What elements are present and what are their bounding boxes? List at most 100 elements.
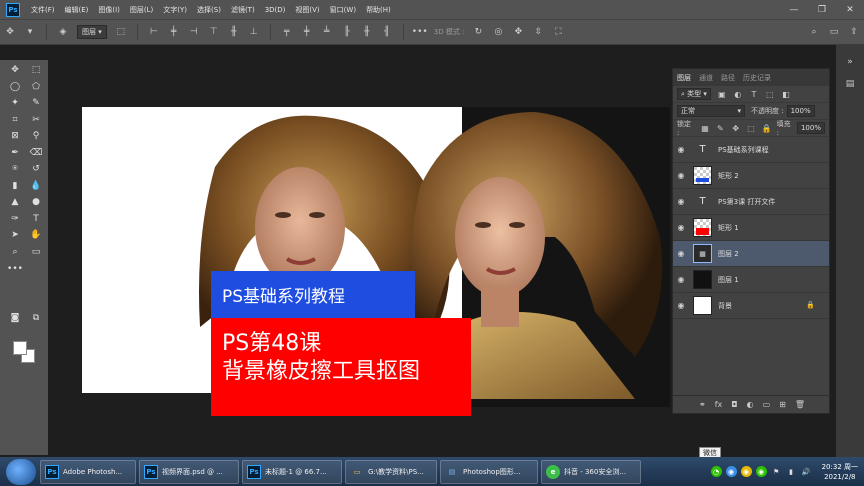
- quick-mask-icon[interactable]: ◙: [8, 311, 22, 325]
- layer-row[interactable]: ◉ T PS第3课 打开文件: [673, 189, 829, 215]
- menu-help[interactable]: 帮助(H): [361, 5, 396, 15]
- filter-smart-icon[interactable]: ◧: [781, 89, 791, 99]
- menu-layer[interactable]: 图层(L): [125, 5, 158, 15]
- menu-select[interactable]: 选择(S): [192, 5, 226, 15]
- path-select-icon[interactable]: ➤: [8, 228, 22, 242]
- menu-view[interactable]: 视图(V): [290, 5, 324, 15]
- foreground-color-swatch[interactable]: [13, 341, 27, 355]
- layer-row-selected[interactable]: ◉ ▦ 图层 2: [673, 241, 829, 267]
- distribute-right-icon[interactable]: ╢: [380, 25, 394, 39]
- taskbar-item[interactable]: ▤ Photoshop图形...: [440, 459, 538, 484]
- blur-tool-icon[interactable]: 💧: [29, 179, 43, 193]
- blend-mode-dropdown[interactable]: 正常 ▾: [677, 105, 745, 117]
- align-hcenter-icon[interactable]: ╪: [167, 25, 181, 39]
- more-icon[interactable]: •••: [412, 25, 428, 39]
- layer-row[interactable]: ◉ 背景 🔒: [673, 293, 829, 319]
- restore-icon[interactable]: ❐: [808, 0, 836, 19]
- align-bottom-icon[interactable]: ⊥: [247, 25, 261, 39]
- align-vcenter-icon[interactable]: ╫: [227, 25, 241, 39]
- visibility-eye-icon[interactable]: ◉: [673, 241, 689, 267]
- auto-select-icon[interactable]: ◈: [56, 25, 70, 39]
- filter-shape-icon[interactable]: ⬚: [765, 89, 775, 99]
- menu-edit[interactable]: 编辑(E): [60, 5, 94, 15]
- distribute-left-icon[interactable]: ╟: [340, 25, 354, 39]
- move-tool-icon[interactable]: ✥: [3, 25, 17, 39]
- filter-type-icon[interactable]: T: [749, 89, 759, 99]
- gradient-tool-icon[interactable]: ▮: [8, 179, 22, 193]
- scale-3d-icon[interactable]: ⛶: [551, 25, 565, 39]
- history-brush-icon[interactable]: ↺: [29, 162, 43, 176]
- zoom-tool-icon[interactable]: ⌕: [8, 245, 22, 259]
- tab-channels[interactable]: 通道: [699, 73, 713, 83]
- visibility-eye-icon[interactable]: ◉: [673, 293, 689, 319]
- filter-pixel-icon[interactable]: ▣: [717, 89, 727, 99]
- lock-image-icon[interactable]: ✎: [716, 123, 725, 133]
- more-tools-icon[interactable]: •••: [7, 262, 23, 276]
- polygon-lasso-icon[interactable]: ⬠: [29, 80, 43, 94]
- distribute-hcenter-icon[interactable]: ╫: [360, 25, 374, 39]
- delete-layer-icon[interactable]: 🗑: [795, 400, 805, 409]
- quick-select-icon[interactable]: ✎: [29, 96, 43, 110]
- fx-icon[interactable]: fx: [715, 400, 723, 409]
- add-mask-icon[interactable]: ◘: [731, 400, 737, 409]
- menu-filter[interactable]: 滤镜(T): [226, 5, 260, 15]
- opacity-input[interactable]: 100%: [786, 105, 815, 117]
- lock-position-icon[interactable]: ✥: [731, 123, 740, 133]
- magic-wand-icon[interactable]: ✦: [8, 96, 22, 110]
- eyedropper-icon[interactable]: ⚲: [29, 129, 43, 143]
- close-icon[interactable]: ✕: [836, 0, 864, 19]
- visibility-eye-icon[interactable]: ◉: [673, 267, 689, 293]
- lock-all-icon[interactable]: 🔒: [762, 123, 772, 133]
- tab-paths[interactable]: 路径: [721, 73, 735, 83]
- taskbar-item[interactable]: Ps 未标题-1 @ 66.7...: [242, 459, 342, 484]
- tab-layers[interactable]: 图层: [677, 73, 691, 83]
- lasso-tool-icon[interactable]: ◯: [8, 80, 22, 94]
- new-layer-icon[interactable]: ⊞: [779, 400, 786, 409]
- visibility-eye-icon[interactable]: ◉: [673, 137, 689, 163]
- flag-icon[interactable]: ⚑: [771, 466, 782, 477]
- search-icon[interactable]: ⌕: [807, 25, 821, 39]
- orbit-3d-icon[interactable]: ↻: [471, 25, 485, 39]
- link-layers-icon[interactable]: ⚭: [699, 400, 706, 409]
- rectangle-tool-icon[interactable]: ▭: [29, 245, 43, 259]
- type-tool-icon[interactable]: T: [29, 212, 43, 226]
- menu-3d[interactable]: 3D(D): [260, 6, 291, 14]
- visibility-eye-icon[interactable]: ◉: [673, 189, 689, 215]
- clone-stamp-icon[interactable]: ⍟: [8, 162, 22, 176]
- network-tray-icon[interactable]: ◉: [725, 466, 737, 477]
- security-tray-icon[interactable]: ◉: [740, 466, 752, 477]
- crop-tool-icon[interactable]: ⌗: [8, 113, 22, 127]
- align-right-icon[interactable]: ⊣: [187, 25, 201, 39]
- taskbar-item[interactable]: e 抖音 - 360安全浏...: [541, 459, 641, 484]
- filter-adjustment-icon[interactable]: ◐: [733, 89, 743, 99]
- taskbar-item[interactable]: Ps 视频界面.psd @ ...: [139, 459, 239, 484]
- share-icon[interactable]: ⇪: [847, 25, 861, 39]
- visibility-eye-icon[interactable]: ◉: [673, 163, 689, 189]
- menu-image[interactable]: 图像(I): [93, 5, 125, 15]
- marquee-tool-icon[interactable]: ⬚: [29, 63, 43, 77]
- distribute-vcenter-icon[interactable]: ╪: [300, 25, 314, 39]
- lock-artboard-icon[interactable]: ⬚: [746, 123, 755, 133]
- brush-tool-icon[interactable]: ✒: [8, 146, 22, 160]
- minimize-icon[interactable]: —: [780, 0, 808, 19]
- volume-icon[interactable]: 🔊: [801, 466, 812, 477]
- adjustment-layer-icon[interactable]: ◐: [747, 400, 754, 409]
- dodge-tool-icon[interactable]: ▲: [8, 195, 22, 209]
- workspace-icon[interactable]: ▭: [827, 25, 841, 39]
- layer-row[interactable]: ◉ 图层 1: [673, 267, 829, 293]
- slide-3d-icon[interactable]: ⇳: [531, 25, 545, 39]
- align-top-icon[interactable]: ⊤: [207, 25, 221, 39]
- transform-controls-icon[interactable]: ⬚: [114, 25, 128, 39]
- sponge-tool-icon[interactable]: ●: [29, 195, 43, 209]
- move-tool-icon[interactable]: ✥: [8, 63, 22, 77]
- layer-row[interactable]: ◉ 矩形 1: [673, 215, 829, 241]
- menu-type[interactable]: 文字(Y): [158, 5, 192, 15]
- frame-tool-icon[interactable]: ⊠: [8, 129, 22, 143]
- align-left-icon[interactable]: ⊢: [147, 25, 161, 39]
- visibility-eye-icon[interactable]: ◉: [673, 215, 689, 241]
- roll-3d-icon[interactable]: ◎: [491, 25, 505, 39]
- expand-icon[interactable]: »: [836, 57, 864, 67]
- new-group-icon[interactable]: ▭: [763, 400, 771, 409]
- layer-row[interactable]: ◉ T PS基础系列课程: [673, 137, 829, 163]
- wechat-tray-icon[interactable]: ◉: [755, 466, 767, 477]
